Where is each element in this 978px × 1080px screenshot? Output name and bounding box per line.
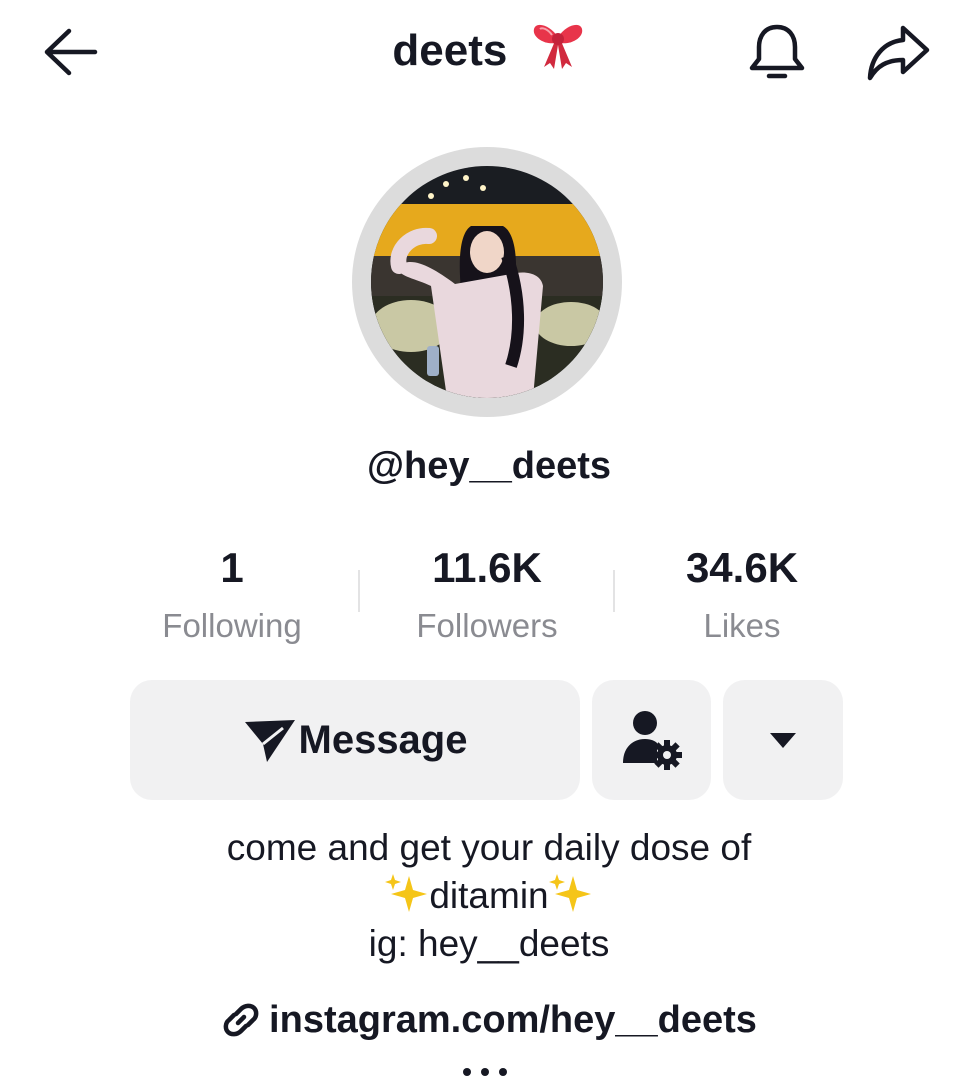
profile-link[interactable]: instagram.com/hey__deets (0, 996, 978, 1044)
bell-icon (749, 24, 805, 79)
bio-line-2-text: ditamin (429, 875, 549, 916)
profile-link-text: instagram.com/hey__deets (269, 999, 757, 1041)
friend-settings-button[interactable] (592, 680, 711, 800)
following-stat[interactable]: 1 Following (112, 540, 352, 654)
send-icon (244, 720, 295, 762)
more-dots-icon (455, 1068, 515, 1080)
bio: come and get your daily dose of ditamin … (0, 824, 978, 968)
followers-label: Followers (416, 607, 558, 644)
following-count: 1 (220, 544, 244, 591)
following-label: Following (162, 607, 302, 644)
likes-stat[interactable]: 34.6K Likes (622, 540, 862, 654)
stat-divider (358, 570, 360, 612)
caret-down-icon (770, 733, 796, 748)
friend-settings-icon (622, 711, 682, 770)
message-button-label: Message (298, 717, 468, 762)
message-button[interactable]: Message (130, 680, 580, 800)
bio-line-2: ditamin (0, 872, 978, 920)
bio-line-1: come and get your daily dose of (226, 827, 752, 868)
link-icon (223, 1003, 259, 1037)
sparkle-icon (385, 872, 429, 912)
avatar[interactable] (371, 166, 603, 398)
notification-bell-button[interactable] (744, 20, 810, 84)
bio-line-3: ig: hey__deets (368, 923, 610, 964)
likes-label: Likes (703, 607, 781, 644)
followers-count: 11.6K (432, 544, 542, 591)
page-title: deets (0, 18, 978, 84)
share-button[interactable] (862, 20, 934, 84)
arrow-left-icon (44, 28, 98, 76)
avatar-photo (371, 166, 603, 398)
sparkle-icon (548, 872, 593, 912)
stat-divider (613, 570, 615, 612)
bow-emoji (530, 19, 586, 71)
likes-count: 34.6K (685, 544, 799, 591)
back-button[interactable] (36, 22, 102, 82)
followers-stat[interactable]: 11.6K Followers (367, 540, 607, 654)
share-icon (867, 25, 930, 81)
more-options-button[interactable] (723, 680, 843, 800)
page-title-text: deets (392, 26, 508, 75)
username: @hey__deets (366, 445, 612, 487)
